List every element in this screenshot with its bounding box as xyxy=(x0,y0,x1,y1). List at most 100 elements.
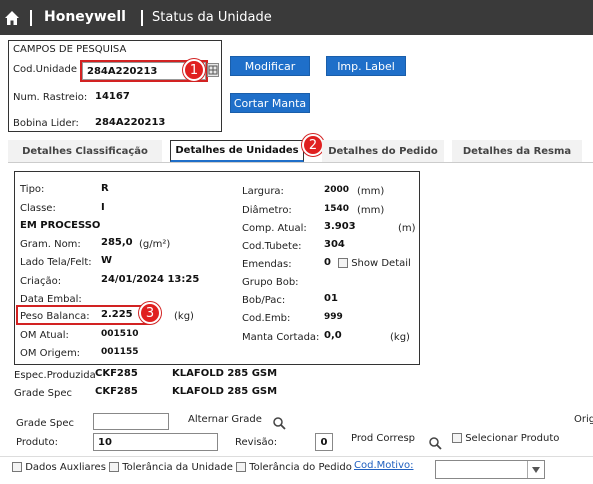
bob-pac-value: 01 xyxy=(324,293,338,304)
produto-input[interactable]: 10 xyxy=(93,433,218,451)
cod-motivo-link[interactable]: Cod.Motivo: xyxy=(354,460,413,471)
tolerancia-pedido-label: Tolerância do Pedido xyxy=(249,462,352,473)
bobina-lider-label: Bobina Lider: xyxy=(13,118,79,129)
largura-value: 2000 xyxy=(324,185,350,195)
alternar-grade-label: Alternar Grade xyxy=(188,414,262,425)
num-rastreio-value: 14167 xyxy=(95,91,130,102)
cortar-manta-button[interactable]: Cortar Manta xyxy=(230,93,310,113)
diametro-label: Diâmetro: xyxy=(242,205,292,216)
cod-emb-value: 999 xyxy=(324,312,343,322)
step-badge-1: 1 xyxy=(183,59,205,81)
manta-cortada-unit: (kg) xyxy=(390,332,410,343)
grupo-bob-label: Grupo Bob: xyxy=(242,277,299,288)
emendas-label: Emendas: xyxy=(242,259,292,270)
manta-cortada-value: 0,0 xyxy=(324,330,342,341)
separator xyxy=(30,10,32,26)
step-badge-2: 2 xyxy=(302,134,324,156)
top-bar: Honeywell Status da Unidade xyxy=(0,0,593,35)
lookup-button[interactable] xyxy=(207,63,219,77)
search-icon[interactable] xyxy=(428,436,442,450)
grade-spec-field-label: Grade Spec xyxy=(16,418,75,429)
tab-detalhes-unidades[interactable]: Detalhes de Unidades xyxy=(170,140,304,162)
show-detail-checkbox[interactable]: Show Detail xyxy=(338,258,411,269)
data-embal-label: Data Embal: xyxy=(20,294,82,305)
grade-spec-input[interactable] xyxy=(93,413,169,430)
grade-spec-desc: KLAFOLD 285 GSM xyxy=(172,386,278,397)
diametro-value: 1540 xyxy=(324,204,350,214)
largura-label: Largura: xyxy=(242,186,284,197)
om-atual-value: 001510 xyxy=(101,329,139,339)
emendas-value: 0 xyxy=(324,257,331,268)
selecionar-produto-checkbox[interactable]: Selecionar Produto xyxy=(452,433,559,444)
prod-corresp-label: Prod Corresp xyxy=(351,433,416,444)
tab-detalhes-pedido[interactable]: Detalhes do Pedido xyxy=(322,140,444,162)
comp-atual-value: 3.903 xyxy=(324,221,356,232)
bob-pac-label: Bob/Pac: xyxy=(242,295,286,306)
cod-unidade-label: Cod.Unidade xyxy=(13,64,78,75)
modificar-button[interactable]: Modificar xyxy=(230,56,310,76)
tolerancia-unidade-label: Tolerância da Unidade xyxy=(122,462,233,473)
grade-spec-label: Grade Spec xyxy=(14,388,73,399)
search-icon[interactable] xyxy=(272,416,286,430)
cod-tubete-value: 304 xyxy=(324,239,345,250)
comp-atual-unit: (m) xyxy=(398,223,416,234)
page-title: Status da Unidade xyxy=(152,10,272,25)
checkbox-box[interactable] xyxy=(452,433,462,443)
step-badge-3: 3 xyxy=(139,302,161,324)
tab-detalhes-classificacao[interactable]: Detalhes Classificação xyxy=(8,140,162,162)
revisao-value: 0 xyxy=(320,436,328,448)
criacao-value: 24/01/2024 13:25 xyxy=(101,274,200,285)
lado-tela-value: W xyxy=(101,255,113,266)
grid-icon xyxy=(208,65,218,75)
classe-label: Classe: xyxy=(20,203,56,214)
num-rastreio-label: Num. Rastreio: xyxy=(13,92,88,103)
gram-nom-unit: (g/m²) xyxy=(139,239,171,250)
checkbox-box[interactable] xyxy=(109,462,119,472)
tolerancia-pedido-checkbox[interactable]: Tolerância do Pedido xyxy=(236,462,352,473)
peso-balanca-label: Peso Balanca: xyxy=(20,311,90,322)
peso-balanca-value: 2.225 xyxy=(101,309,133,320)
comp-atual-label: Comp. Atual: xyxy=(242,223,307,234)
dados-auxiliares-checkbox[interactable]: Dados Auxliares xyxy=(12,462,106,473)
checkbox-box[interactable] xyxy=(338,258,348,268)
gram-nom-value: 285,0 xyxy=(101,237,133,248)
produto-label: Produto: xyxy=(16,437,58,448)
tab-underline xyxy=(8,162,593,163)
largura-unit: (mm) xyxy=(357,186,385,197)
bobina-lider-value: 284A220213 xyxy=(95,117,166,128)
revisao-input[interactable]: 0 xyxy=(315,433,333,451)
tolerancia-unidade-checkbox[interactable]: Tolerância da Unidade xyxy=(109,462,233,473)
grade-spec-code: CKF285 xyxy=(95,386,138,397)
diametro-unit: (mm) xyxy=(357,205,385,216)
revisao-label: Revisão: xyxy=(235,437,278,448)
gram-nom-label: Gram. Nom: xyxy=(20,239,81,250)
checkbox-box[interactable] xyxy=(236,462,246,472)
cod-unidade-value: 284A220213 xyxy=(87,65,158,77)
espec-produzida-label: Espec.Produzida xyxy=(14,370,96,381)
show-detail-label: Show Detail xyxy=(351,258,411,269)
tab-detalhes-resma[interactable]: Detalhes da Resma xyxy=(452,140,582,162)
espec-produzida-desc: KLAFOLD 285 GSM xyxy=(172,368,278,379)
cod-tubete-label: Cod.Tubete: xyxy=(242,241,302,252)
orig-label: Orig xyxy=(574,414,593,425)
manta-cortada-label: Manta Cortada: xyxy=(242,332,320,343)
selecionar-produto-label: Selecionar Produto xyxy=(465,433,560,444)
om-origem-value: 001155 xyxy=(101,347,139,357)
checkbox-box[interactable] xyxy=(12,462,22,472)
dados-auxiliares-label: Dados Auxliares xyxy=(25,462,106,473)
criacao-label: Criação: xyxy=(20,276,62,287)
om-origem-label: OM Origem: xyxy=(20,348,81,359)
home-icon[interactable] xyxy=(4,10,20,26)
peso-balanca-unit: (kg) xyxy=(174,311,194,322)
tipo-label: Tipo: xyxy=(20,184,45,195)
tipo-value: R xyxy=(101,183,109,194)
imp-label-button[interactable]: Imp. Label xyxy=(326,56,406,76)
espec-produzida-code: CKF285 xyxy=(95,368,138,379)
om-atual-label: OM Atual: xyxy=(20,330,69,341)
chevron-down-icon[interactable] xyxy=(527,461,544,478)
footer-divider xyxy=(0,456,593,457)
cod-emb-label: Cod.Emb: xyxy=(242,313,291,324)
search-section-title: CAMPOS DE PESQUISA xyxy=(13,44,127,55)
cod-motivo-select[interactable] xyxy=(435,460,545,479)
classe-value: I xyxy=(101,202,105,213)
